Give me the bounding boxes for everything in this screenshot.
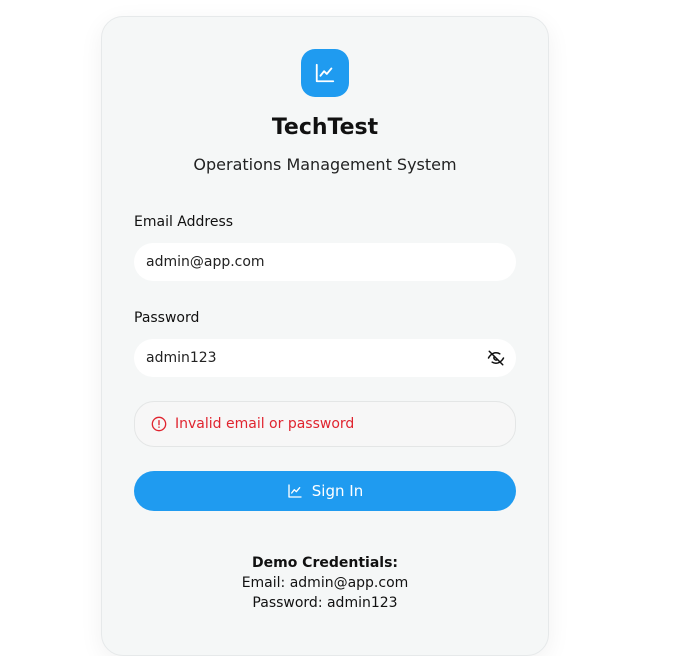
eye-off-icon bbox=[487, 350, 505, 366]
demo-password: Password: admin123 bbox=[252, 595, 398, 611]
error-alert: Invalid email or password bbox=[134, 401, 516, 447]
sign-in-label: Sign In bbox=[311, 482, 364, 500]
sign-in-button[interactable]: Sign In bbox=[134, 471, 516, 511]
login-card: TechTest Operations Management System Em… bbox=[101, 16, 549, 656]
password-field[interactable] bbox=[134, 339, 516, 377]
email-label: Email Address bbox=[134, 214, 234, 230]
demo-credentials: Demo Credentials: Email: admin@app.com P… bbox=[102, 553, 548, 613]
chart-line-icon bbox=[288, 484, 302, 498]
app-logo bbox=[301, 49, 349, 97]
app-subtitle: Operations Management System bbox=[193, 155, 457, 174]
alert-circle-icon bbox=[151, 416, 167, 432]
app-title: TechTest bbox=[271, 115, 379, 140]
email-field[interactable] bbox=[134, 243, 516, 281]
error-message: Invalid email or password bbox=[175, 416, 355, 432]
chart-line-icon bbox=[315, 63, 335, 83]
demo-title: Demo Credentials: bbox=[251, 555, 399, 571]
password-label: Password bbox=[134, 310, 200, 326]
password-visibility-toggle[interactable] bbox=[486, 348, 506, 368]
demo-email: Email: admin@app.com bbox=[241, 575, 409, 591]
